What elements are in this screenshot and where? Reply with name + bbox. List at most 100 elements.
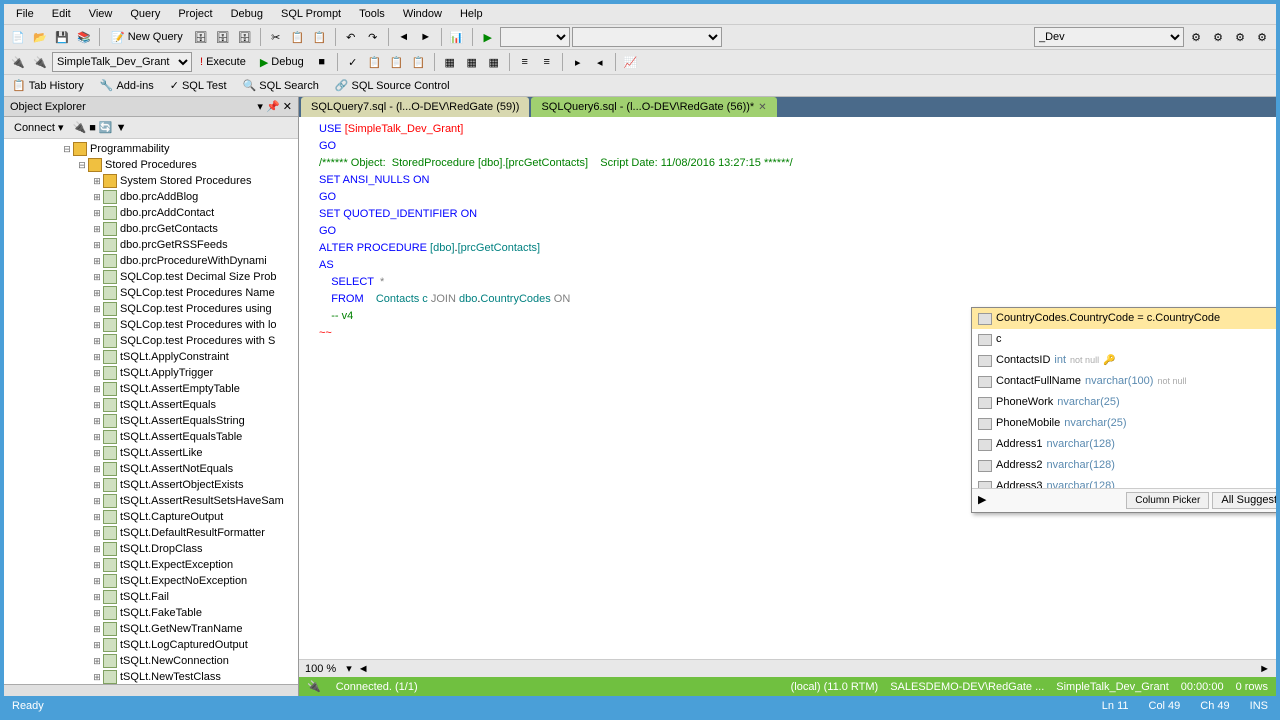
code-editor[interactable]: USE [SimpleTalk_Dev_Grant] GO /****** Ob… <box>299 117 1276 659</box>
tree-item[interactable]: ⊞tSQLt.AssertLike <box>6 445 296 461</box>
all-suggestions-button[interactable]: All Suggestions ▾ <box>1212 492 1276 509</box>
tree-item[interactable]: ⊞System Stored Procedures <box>6 173 296 189</box>
comment-icon[interactable]: ≡ <box>515 52 535 72</box>
sql-search-link[interactable]: 🔍SQL Search <box>239 77 323 94</box>
plan-icon1[interactable]: 📋 <box>365 52 385 72</box>
menu-file[interactable]: File <box>8 6 42 22</box>
tree-item[interactable]: ⊞tSQLt.AssertNotEquals <box>6 461 296 477</box>
paste-icon[interactable]: 📋 <box>310 27 330 47</box>
copy-icon[interactable]: 📋 <box>288 27 308 47</box>
debug-button[interactable]: ▶Debug <box>254 54 310 71</box>
open-icon[interactable]: 📂 <box>30 27 50 47</box>
tool-icon3[interactable]: ⚙ <box>1230 27 1250 47</box>
db-icon1[interactable]: 🗄 <box>191 27 211 47</box>
tree-item[interactable]: ⊞SQLCop.test Procedures with lo <box>6 317 296 333</box>
indent-icon1[interactable]: ▸ <box>568 52 588 72</box>
column-picker-button[interactable]: Column Picker <box>1126 492 1209 509</box>
env-select[interactable]: _Dev <box>1034 27 1184 47</box>
intellisense-item[interactable]: CountryCodes.CountryCode = c.CountryCode <box>972 308 1276 329</box>
connect-button[interactable]: Connect ▾ <box>8 119 70 136</box>
explorer-pin-icon[interactable]: 📌 <box>266 101 280 113</box>
tree-item[interactable]: ⊞dbo.prcProcedureWithDynami <box>6 253 296 269</box>
plan-icon2[interactable]: 📋 <box>387 52 407 72</box>
tree-item[interactable]: ⊞tSQLt.LogCapturedOutput <box>6 637 296 653</box>
parse-icon[interactable]: ✓ <box>343 52 363 72</box>
tab-close-icon[interactable]: ✕ <box>758 102 766 113</box>
nav-back-icon[interactable]: ◄ <box>394 27 414 47</box>
tree-item[interactable]: ⊟Stored Procedures <box>6 157 296 173</box>
disconnect-icon[interactable]: 🔌 <box>73 121 87 134</box>
tree-item[interactable]: ⊞tSQLt.AssertEquals <box>6 397 296 413</box>
results-icon3[interactable]: ▦ <box>484 52 504 72</box>
tool-icon2[interactable]: ⚙ <box>1208 27 1228 47</box>
intellisense-item[interactable]: PhoneMobile nvarchar(25)c <box>972 413 1276 434</box>
change-conn-icon[interactable]: 🔌 <box>8 52 28 72</box>
save-icon[interactable]: 💾 <box>52 27 72 47</box>
object-tree[interactable]: ⊟Programmability⊟Stored Procedures⊞Syste… <box>4 139 298 684</box>
explorer-dropdown-icon[interactable]: ▾ <box>257 101 263 113</box>
tree-item[interactable]: ⊞tSQLt.ExpectNoException <box>6 573 296 589</box>
intellisense-item[interactable]: ContactFullName nvarchar(100) not nullc <box>972 371 1276 392</box>
redo-icon[interactable]: ↷ <box>363 27 383 47</box>
menu-sqlprompt[interactable]: SQL Prompt <box>273 6 349 22</box>
disconnect-icon[interactable]: 🔌 <box>30 52 50 72</box>
intellisense-item[interactable]: ContactsID int not null 🔑c <box>972 350 1276 371</box>
tree-item[interactable]: ⊞tSQLt.ApplyConstraint <box>6 349 296 365</box>
tree-item[interactable]: ⊟Programmability <box>6 141 296 157</box>
tree-item[interactable]: ⊞dbo.prcAddBlog <box>6 189 296 205</box>
config-select[interactable] <box>500 27 570 47</box>
new-query-button[interactable]: 📝New Query <box>105 29 189 46</box>
menu-debug[interactable]: Debug <box>223 6 271 22</box>
tool-icon4[interactable]: ⚙ <box>1252 27 1272 47</box>
menu-tools[interactable]: Tools <box>351 6 393 22</box>
play-icon[interactable]: ▶ <box>478 27 498 47</box>
tree-item[interactable]: ⊞tSQLt.AssertObjectExists <box>6 477 296 493</box>
db-icon2[interactable]: 🗄 <box>213 27 233 47</box>
tree-item[interactable]: ⊞SQLCop.test Procedures Name <box>6 285 296 301</box>
intellisense-item[interactable]: Address3 nvarchar(128)c <box>972 476 1276 488</box>
undo-icon[interactable]: ↶ <box>341 27 361 47</box>
plan-icon3[interactable]: 📋 <box>409 52 429 72</box>
tree-item[interactable]: ⊞dbo.prcGetContacts <box>6 221 296 237</box>
tree-item[interactable]: ⊞tSQLt.NewTestClass <box>6 669 296 684</box>
tree-item[interactable]: ⊞tSQLt.DropClass <box>6 541 296 557</box>
tree-item[interactable]: ⊞dbo.prcGetRSSFeeds <box>6 237 296 253</box>
tree-item[interactable]: ⊞SQLCop.test Procedures using <box>6 301 296 317</box>
indent-icon2[interactable]: ◂ <box>590 52 610 72</box>
intellisense-item[interactable]: PhoneWork nvarchar(25)c <box>972 392 1276 413</box>
horizontal-scrollbar[interactable] <box>4 684 298 696</box>
intellisense-list[interactable]: CountryCodes.CountryCode = c.CountryCode… <box>972 308 1276 488</box>
tree-item[interactable]: ⊞tSQLt.AssertEqualsTable <box>6 429 296 445</box>
filter-icon[interactable]: ▼ <box>116 122 127 134</box>
stop-icon[interactable]: ■ <box>312 52 332 72</box>
nav-fwd-icon[interactable]: ► <box>416 27 436 47</box>
db-icon3[interactable]: 🗄 <box>235 27 255 47</box>
tree-item[interactable]: ⊞tSQLt.GetNewTranName <box>6 621 296 637</box>
sql-source-control-link[interactable]: 🔗SQL Source Control <box>331 77 454 94</box>
activity-icon[interactable]: 📊 <box>447 27 467 47</box>
stop-icon[interactable]: ■ <box>89 122 96 134</box>
menu-query[interactable]: Query <box>122 6 168 22</box>
config-select2[interactable] <box>572 27 722 47</box>
cut-icon[interactable]: ✂ <box>266 27 286 47</box>
menu-help[interactable]: Help <box>452 6 491 22</box>
explorer-close-icon[interactable]: ✕ <box>283 101 292 113</box>
menu-project[interactable]: Project <box>170 6 220 22</box>
uncomment-icon[interactable]: ≡ <box>537 52 557 72</box>
menu-view[interactable]: View <box>81 6 121 22</box>
tab-query7[interactable]: SQLQuery7.sql - (l...O-DEV\RedGate (59)) <box>301 97 529 117</box>
intellisense-item[interactable]: Address2 nvarchar(128)c <box>972 455 1276 476</box>
refresh-icon[interactable]: 🔄 <box>99 121 113 134</box>
tab-history-link[interactable]: 📋Tab History <box>8 77 88 94</box>
sql-test-link[interactable]: ✓SQL Test <box>166 77 231 94</box>
tree-item[interactable]: ⊞SQLCop.test Procedures with S <box>6 333 296 349</box>
tree-item[interactable]: ⊞tSQLt.AssertEqualsString <box>6 413 296 429</box>
intellisense-item[interactable]: Address1 nvarchar(128)c <box>972 434 1276 455</box>
tree-item[interactable]: ⊞tSQLt.CaptureOutput <box>6 509 296 525</box>
database-select[interactable]: SimpleTalk_Dev_Grant <box>52 52 192 72</box>
intellisense-item[interactable]: c <box>972 329 1276 350</box>
menu-window[interactable]: Window <box>395 6 450 22</box>
save-all-icon[interactable]: 📚 <box>74 27 94 47</box>
tool-icon1[interactable]: ⚙ <box>1186 27 1206 47</box>
tab-query6[interactable]: SQLQuery6.sql - (l...O-DEV\RedGate (56))… <box>531 97 776 117</box>
